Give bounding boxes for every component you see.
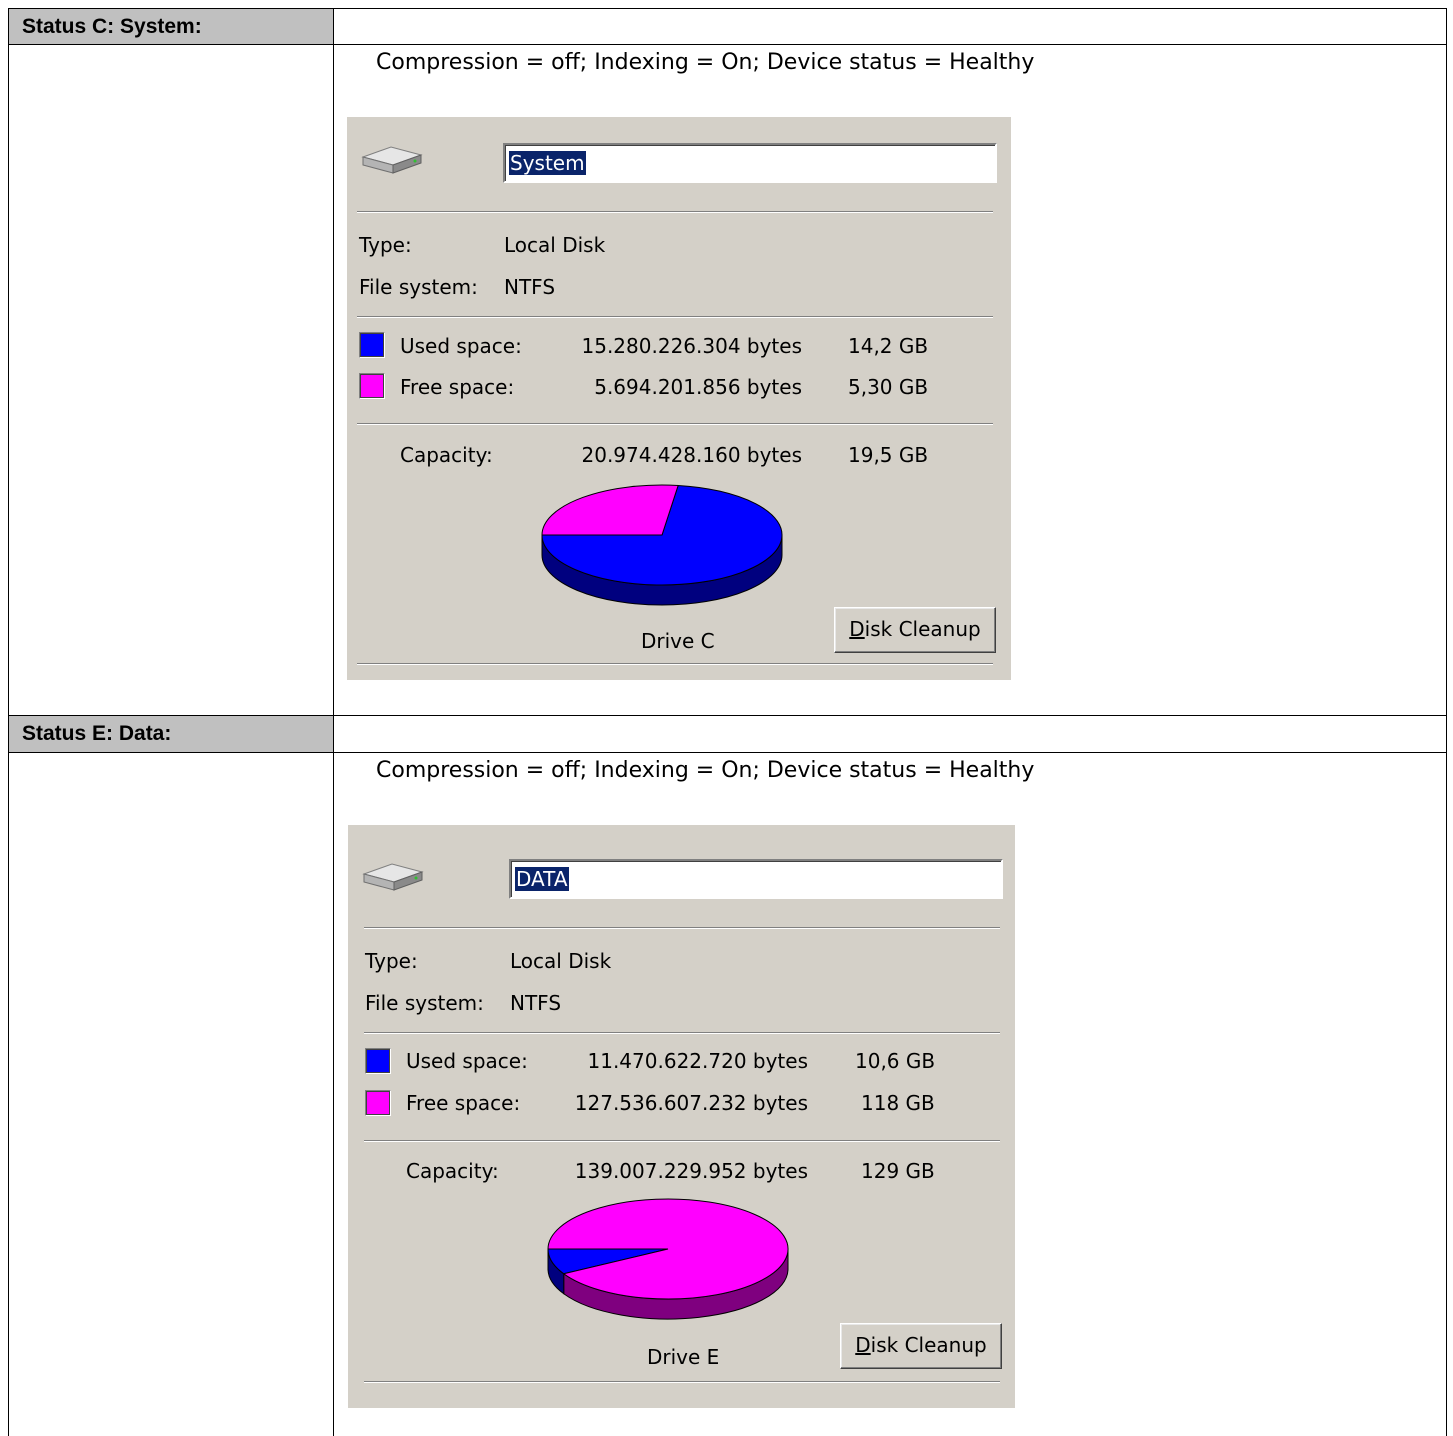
drive-label: Drive E	[647, 1345, 720, 1369]
status-line: Compression = off; Indexing = On; Device…	[376, 758, 1035, 783]
type-label: Type:	[365, 949, 418, 973]
used-space-swatch	[359, 332, 385, 358]
separator	[364, 1032, 1000, 1034]
separator	[364, 1381, 1000, 1383]
used-space-label: Used space:	[406, 1049, 528, 1073]
type-label: Type:	[359, 233, 412, 257]
disk-cleanup-button[interactable]: Disk Cleanup	[840, 1323, 1002, 1369]
used-space-size: 10,6 GB	[855, 1049, 936, 1073]
free-space-size: 118 GB	[861, 1091, 935, 1115]
file-system-label: File system:	[365, 991, 484, 1015]
free-space-size: 5,30 GB	[848, 375, 929, 399]
disk-cleanup-mnemonic: D	[855, 1333, 871, 1357]
file-system-value: NTFS	[504, 275, 556, 299]
volume-name-input[interactable]: System	[503, 143, 997, 183]
disk-cleanup-mnemonic: D	[849, 617, 865, 641]
separator	[357, 423, 993, 425]
status-line: Compression = off; Indexing = On; Device…	[376, 50, 1035, 75]
free-space-label: Free space:	[406, 1091, 521, 1115]
disk-cleanup-label: isk Cleanup	[864, 617, 981, 641]
section-heading: Status C: System:	[9, 9, 333, 44]
used-space-size: 14,2 GB	[848, 334, 929, 358]
drive-properties-panel: DATA Type: Local Disk File system: NTFS …	[348, 825, 1015, 1408]
volume-name-value: System	[509, 151, 586, 175]
free-space-label: Free space:	[400, 375, 515, 399]
volume-name-input[interactable]: DATA	[509, 859, 1003, 899]
drive-label: Drive C	[641, 629, 715, 653]
table-divider	[8, 752, 1447, 753]
table-column-divider	[333, 8, 334, 1436]
table-border-right	[1446, 8, 1447, 1436]
separator	[357, 663, 993, 665]
separator	[364, 1140, 1000, 1142]
capacity-bytes: 20.974.428.160 bytes	[581, 443, 803, 467]
capacity-bytes: 139.007.229.952 bytes	[574, 1159, 808, 1183]
type-value: Local Disk	[510, 949, 612, 973]
capacity-label: Capacity:	[406, 1159, 499, 1183]
used-space-swatch	[365, 1048, 391, 1074]
capacity-label: Capacity:	[400, 443, 493, 467]
file-system-value: NTFS	[510, 991, 562, 1015]
used-space-bytes: 11.470.622.720 bytes	[587, 1049, 809, 1073]
separator	[357, 211, 993, 213]
free-space-swatch	[365, 1090, 391, 1116]
free-space-pie-slice	[541, 484, 679, 536]
drive-properties-panel: System Type: Local Disk File system: NTF…	[347, 117, 1011, 680]
file-system-label: File system:	[359, 275, 478, 299]
used-space-label: Used space:	[400, 334, 522, 358]
free-space-pie-slice	[547, 1198, 789, 1300]
section-heading: Status E: Data:	[9, 716, 333, 752]
used-space-bytes: 15.280.226.304 bytes	[581, 334, 803, 358]
type-value: Local Disk	[504, 233, 606, 257]
capacity-size: 19,5 GB	[848, 443, 929, 467]
disk-cleanup-button[interactable]: Disk Cleanup	[834, 607, 996, 653]
hard-disk-icon	[362, 863, 424, 891]
free-space-swatch	[359, 373, 385, 399]
capacity-size: 129 GB	[861, 1159, 935, 1183]
free-space-bytes: 5.694.201.856 bytes	[594, 375, 802, 399]
disk-cleanup-label: isk Cleanup	[870, 1333, 987, 1357]
separator	[364, 927, 1000, 929]
separator	[357, 316, 993, 318]
volume-name-value: DATA	[515, 867, 569, 891]
disk-usage-pie-chart	[541, 484, 783, 606]
disk-usage-pie-chart	[547, 1198, 789, 1320]
table-divider	[8, 44, 1447, 45]
hard-disk-icon	[361, 146, 423, 174]
free-space-bytes: 127.536.607.232 bytes	[574, 1091, 808, 1115]
